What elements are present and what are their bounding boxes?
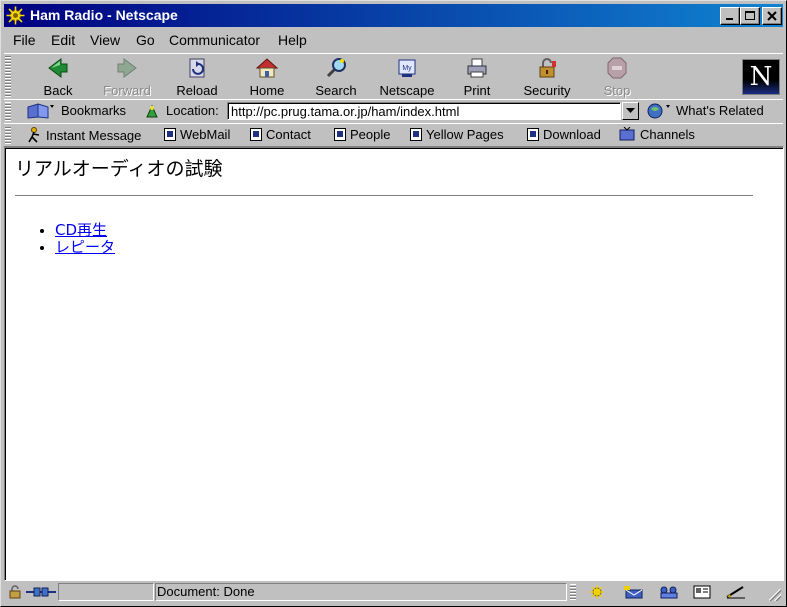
svg-text:My: My: [402, 65, 412, 72]
page-proxy-icon[interactable]: [144, 103, 160, 119]
people-button[interactable]: People: [334, 127, 390, 142]
reload-icon: [189, 58, 205, 78]
webmail-button[interactable]: WebMail: [164, 127, 230, 142]
menu-go[interactable]: Go: [136, 32, 155, 48]
reload-button[interactable]: Reload: [163, 56, 231, 98]
menu-file[interactable]: File: [13, 32, 36, 48]
resize-grip[interactable]: [769, 589, 781, 601]
security-button[interactable]: Security: [513, 56, 581, 98]
netscape-app-icon[interactable]: [6, 6, 25, 25]
toolbar-grip[interactable]: [5, 56, 11, 97]
bookmark-page-icon: [410, 128, 422, 141]
search-button[interactable]: Search: [302, 56, 370, 98]
home-button[interactable]: Home: [233, 56, 301, 98]
maximize-button[interactable]: [740, 7, 760, 25]
forward-button[interactable]: Forward: [93, 56, 161, 98]
menu-help[interactable]: Help: [278, 32, 307, 48]
back-arrow-icon: [48, 58, 68, 78]
page-content[interactable]: リアルオーディオの試験 CD再生 レピータ: [4, 147, 784, 581]
personal-toolbar: Instant Message WebMail Contact People Y…: [4, 123, 783, 147]
whats-related-icon[interactable]: [646, 103, 674, 119]
bookmark-page-icon: [334, 128, 346, 141]
padlock-icon: [539, 58, 556, 78]
bookmark-page-icon: [164, 128, 176, 141]
whats-related-label[interactable]: What's Related: [676, 103, 764, 118]
bookmark-page-icon: [250, 128, 262, 141]
list-item: レピータ: [55, 239, 115, 256]
bookmarks-label[interactable]: Bookmarks: [61, 103, 126, 118]
repeater-link[interactable]: レピータ: [55, 238, 115, 256]
download-button[interactable]: Download: [527, 127, 601, 142]
location-toolbar: Bookmarks Location: http://pc.prug.tama.…: [4, 99, 783, 124]
maximize-icon: [745, 11, 755, 20]
printer-icon: [467, 58, 487, 78]
chevron-down-icon: [626, 108, 635, 113]
search-icon: [326, 58, 346, 78]
menu-communicator[interactable]: Communicator: [169, 32, 260, 48]
window-title: Ham Radio - Netscape: [30, 7, 178, 23]
stop-button[interactable]: Stop: [583, 56, 651, 98]
minimize-button[interactable]: [720, 7, 740, 25]
contact-button[interactable]: Contact: [250, 127, 311, 142]
groups-component-icon[interactable]: [658, 585, 680, 599]
location-dropdown-button[interactable]: [622, 102, 639, 120]
page-heading: リアルオーディオの試験: [15, 158, 223, 180]
title-bar[interactable]: Ham Radio - Netscape: [4, 4, 783, 27]
toolbar-grip[interactable]: [5, 126, 11, 144]
status-bar: Document: Done: [4, 582, 783, 603]
address-book-component-icon[interactable]: [693, 585, 711, 599]
menu-bar: File Edit View Go Communicator Help: [4, 29, 783, 51]
navigation-toolbar: Back Forward Reload Home Search My Netsc…: [4, 53, 783, 100]
close-button[interactable]: [762, 7, 782, 25]
security-padlock-icon[interactable]: [7, 585, 23, 599]
bookmark-page-icon: [527, 128, 539, 141]
cd-playback-link[interactable]: CD再生: [55, 221, 107, 239]
menu-view[interactable]: View: [90, 32, 120, 48]
composer-component-icon[interactable]: [725, 585, 747, 599]
instant-message-icon: [28, 127, 40, 143]
yellow-pages-button[interactable]: Yellow Pages: [410, 127, 504, 142]
print-button[interactable]: Print: [443, 56, 511, 98]
home-icon: [255, 58, 279, 78]
mail-component-icon[interactable]: [623, 585, 645, 599]
menu-edit[interactable]: Edit: [51, 32, 75, 48]
channels-icon: [619, 127, 635, 141]
instant-message-button[interactable]: Instant Message: [28, 127, 141, 143]
stop-icon: [607, 57, 627, 79]
netscape-logo[interactable]: N: [742, 59, 780, 95]
navigator-component-icon[interactable]: [589, 585, 605, 599]
online-connection-icon[interactable]: [26, 585, 56, 599]
bookmarks-icon[interactable]: [26, 103, 56, 119]
minimize-icon: [726, 18, 733, 20]
link-list: CD再生 レピータ: [25, 222, 115, 256]
browser-window: Ham Radio - Netscape File Edit View Go C…: [0, 0, 787, 607]
back-button[interactable]: Back: [24, 56, 92, 98]
component-bar-grip[interactable]: [570, 584, 576, 600]
channels-button[interactable]: Channels: [619, 127, 695, 142]
status-text: Document: Done: [157, 584, 255, 599]
close-icon: [767, 11, 777, 21]
horizontal-rule: [15, 195, 753, 197]
location-url-input[interactable]: http://pc.prug.tama.or.jp/ham/index.html: [227, 102, 621, 120]
my-netscape-icon: My: [398, 59, 416, 77]
location-label: Location:: [166, 103, 219, 118]
progress-cell: [58, 583, 154, 601]
my-netscape-button[interactable]: My Netscape: [373, 56, 441, 98]
forward-arrow-icon: [117, 58, 137, 78]
list-item: CD再生: [55, 222, 115, 239]
toolbar-grip[interactable]: [5, 102, 11, 121]
